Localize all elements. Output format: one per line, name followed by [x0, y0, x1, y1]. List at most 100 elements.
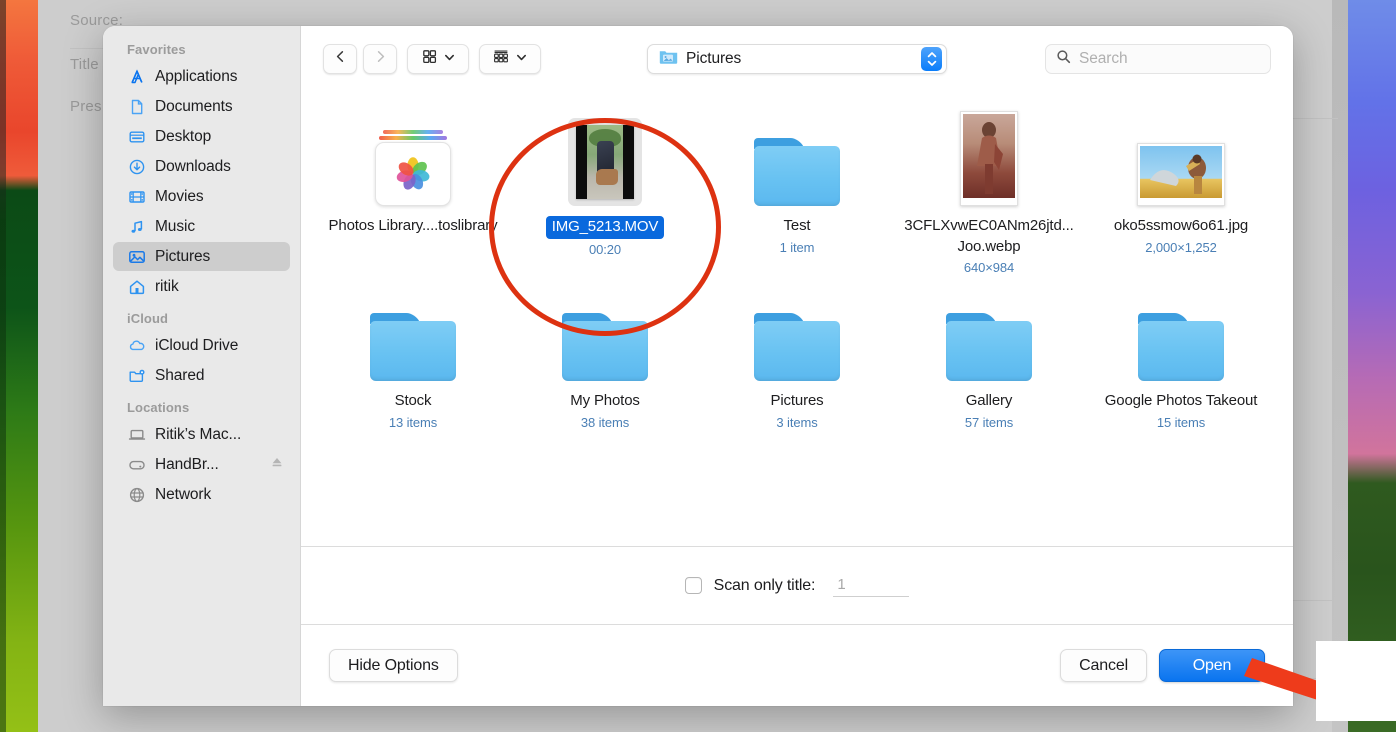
current-folder-label: Pictures: [686, 50, 742, 67]
sidebar-item-label: Applications: [155, 67, 238, 85]
file-thumbnail: [754, 114, 840, 206]
file-item[interactable]: oko5ssmow6o61.jpg 2,000×1,252: [1085, 114, 1277, 275]
sidebar-item-handbrake-disk[interactable]: HandBr...: [113, 450, 290, 479]
image-thumbnail-portrait-icon: [960, 111, 1018, 206]
file-item[interactable]: Stock 13 items: [317, 289, 509, 430]
file-thumbnail: [960, 111, 1018, 206]
dialog-main-panel: Pictures Search Photos Library....toslib…: [300, 26, 1293, 706]
sidebar-item-documents[interactable]: Documents: [113, 92, 290, 121]
open-button[interactable]: Open: [1159, 649, 1265, 682]
file-thumbnail: [1137, 114, 1225, 206]
folder-icon: [946, 313, 1032, 382]
sidebar-group-icloud: iCloud iCloud Drive Shared: [103, 311, 300, 390]
chevron-down-icon: [516, 50, 527, 68]
sidebar-group-title: Favorites: [127, 42, 186, 57]
search-field[interactable]: [1045, 44, 1271, 74]
view-mode-button[interactable]: [407, 44, 469, 74]
file-name: Google Photos Takeout: [1104, 392, 1258, 410]
background-label-title: Title: [70, 56, 99, 73]
file-name: Photos Library....toslibrary: [328, 217, 498, 234]
path-stepper-icon[interactable]: [921, 47, 942, 71]
file-meta: 3 items: [776, 415, 818, 431]
file-item[interactable]: Google Photos Takeout 15 items: [1085, 289, 1277, 430]
sidebar-item-label: iCloud Drive: [155, 336, 239, 354]
file-name: oko5ssmow6o61.jpg: [1113, 217, 1249, 234]
group-view-icon: [493, 49, 509, 69]
sidebar-group-title: iCloud: [127, 311, 169, 326]
chevron-right-icon: [373, 49, 388, 69]
globe-icon: [127, 485, 146, 504]
desktop-wallpaper-left-edge: [0, 0, 6, 732]
file-item[interactable]: Photos Library....toslibrary: [317, 114, 509, 275]
photos-library-icon: [373, 130, 453, 206]
file-meta: 640×984: [963, 260, 1015, 276]
file-item[interactable]: 3CFLXvwEC0ANm26jtd...Joo.webp 640×984: [893, 111, 1085, 276]
sidebar-item-icloud-drive[interactable]: iCloud Drive: [113, 331, 290, 360]
title-number-field[interactable]: 1: [833, 574, 910, 597]
image-thumbnail-landscape-icon: [1137, 143, 1225, 206]
sidebar-group-locations: Locations Ritik’s Mac... HandBr... Netwo…: [103, 400, 300, 509]
folder-icon: [754, 313, 840, 382]
folder-icon: [562, 313, 648, 382]
pictures-folder-icon: [659, 49, 678, 70]
file-meta: 1 item: [779, 239, 815, 255]
file-thumbnail: [1138, 289, 1224, 382]
accessory-view: Scan only title: 1: [301, 546, 1293, 624]
file-item[interactable]: Gallery 57 items: [893, 289, 1085, 430]
search-input[interactable]: [1079, 50, 1260, 68]
file-meta: 15 items: [1156, 415, 1206, 431]
sidebar-item-label: Movies: [155, 187, 204, 205]
forward-button[interactable]: [363, 44, 397, 74]
downloads-icon: [127, 157, 146, 176]
music-icon: [127, 217, 146, 236]
search-icon: [1056, 49, 1071, 69]
sidebar-item-music[interactable]: Music: [113, 212, 290, 241]
sidebar-item-label: HandBr...: [155, 455, 219, 473]
sidebar-item-desktop[interactable]: Desktop: [113, 122, 290, 151]
file-item[interactable]: IMG_5213.MOV 00:20: [509, 114, 701, 275]
sidebar-item-home[interactable]: ritik: [113, 272, 290, 301]
scan-only-title-label: Scan only title:: [713, 576, 816, 594]
sidebar-item-network[interactable]: Network: [113, 480, 290, 509]
sidebar-item-applications[interactable]: Applications: [113, 62, 290, 91]
back-button[interactable]: [323, 44, 357, 74]
sidebar-item-shared[interactable]: Shared: [113, 361, 290, 390]
current-folder-popup[interactable]: Pictures: [647, 44, 947, 74]
laptop-icon: [127, 425, 146, 444]
document-icon: [127, 97, 146, 116]
cancel-button[interactable]: Cancel: [1060, 649, 1147, 682]
desktop-gap-right: [1332, 0, 1348, 732]
folder-icon: [370, 313, 456, 382]
hide-options-button[interactable]: Hide Options: [329, 649, 458, 682]
group-by-button[interactable]: [479, 44, 541, 74]
file-item[interactable]: My Photos 38 items: [509, 289, 701, 430]
desktop-icon: [127, 127, 146, 146]
movies-icon: [127, 187, 146, 206]
movie-thumbnail-icon: [568, 118, 642, 206]
sidebar-item-label: Pictures: [155, 247, 211, 265]
file-open-dialog: Favorites Applications Documents Desktop: [103, 26, 1293, 706]
sidebar-group-title: Locations: [127, 400, 190, 415]
file-thumbnail: [370, 289, 456, 382]
sidebar-item-label: Ritik’s Mac...: [155, 425, 242, 443]
file-item[interactable]: Pictures 3 items: [701, 289, 893, 430]
file-thumbnail: [562, 289, 648, 382]
sidebar-item-label: Music: [155, 217, 195, 235]
sidebar-item-pictures[interactable]: Pictures: [113, 242, 290, 271]
file-name: Test: [783, 217, 811, 234]
file-name: Pictures: [770, 392, 824, 410]
toolbar: Pictures: [301, 26, 1293, 92]
sidebar-item-label: Desktop: [155, 127, 212, 145]
file-grid: Photos Library....toslibrary IMG_5213.MO…: [301, 92, 1293, 546]
file-item[interactable]: Test 1 item: [701, 114, 893, 275]
eject-icon[interactable]: [270, 455, 284, 474]
sidebar-item-downloads[interactable]: Downloads: [113, 152, 290, 181]
file-thumbnail: [946, 289, 1032, 382]
sidebar-item-mac[interactable]: Ritik’s Mac...: [113, 420, 290, 449]
sidebar-item-label: Network: [155, 485, 212, 503]
scan-only-title-checkbox[interactable]: [684, 577, 702, 594]
sidebar: Favorites Applications Documents Desktop: [103, 26, 300, 706]
sidebar-item-movies[interactable]: Movies: [113, 182, 290, 211]
file-name: 3CFLXvwEC0ANm26jtd...Joo.webp: [904, 217, 1074, 255]
file-thumbnail: [754, 289, 840, 382]
